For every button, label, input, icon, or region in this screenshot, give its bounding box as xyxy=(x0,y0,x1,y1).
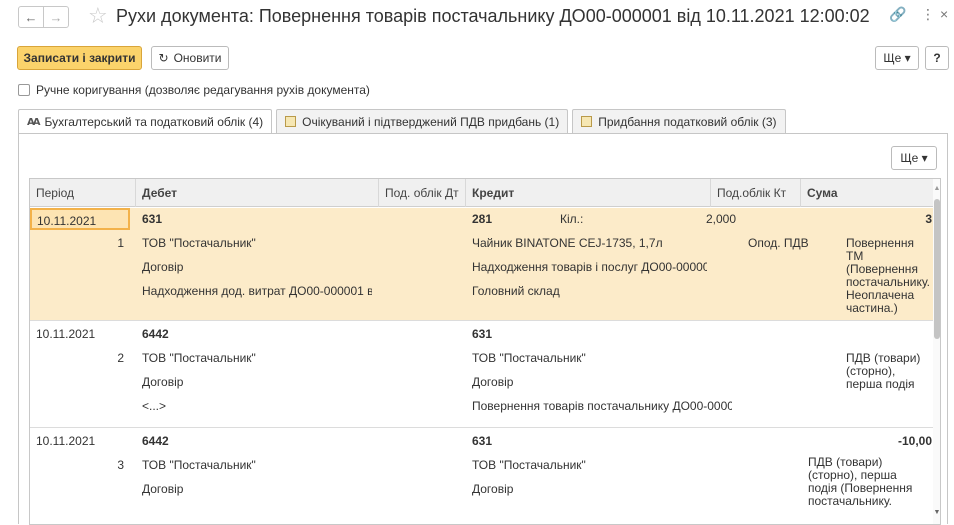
column-debit-tax[interactable]: Под. облік Дт xyxy=(379,179,466,207)
debit-account: 6442 xyxy=(142,327,169,341)
credit-account: 631 xyxy=(472,327,493,341)
table-header: Період Дебет Под. облік Дт Кредит Под.об… xyxy=(30,179,940,207)
tab-purchase-tax[interactable]: Придбання податковий облік (3) xyxy=(572,109,786,133)
close-icon[interactable]: × xyxy=(940,6,948,22)
arrow-left-icon: ← xyxy=(24,9,38,25)
period-cell: 10.11.2021 xyxy=(36,327,96,341)
more-vertical-icon[interactable]: ⋮ xyxy=(921,6,935,23)
link-icon[interactable]: 🔗 xyxy=(889,6,906,23)
column-debit[interactable]: Дебет xyxy=(136,179,379,207)
credit-subconto-1: ТОВ "Постачальник" xyxy=(472,458,586,472)
command-bar: Записати і закрити ↻ Оновити Ще ▾ ? xyxy=(0,46,954,74)
tab-vat-expected[interactable]: Очікуваний і підтверджений ПДВ придбань … xyxy=(276,109,569,133)
credit-subconto-2: Договір xyxy=(472,375,514,389)
debit-subconto-3: Надходження дод. витрат ДО00-000001 ві..… xyxy=(142,284,372,298)
register-icon xyxy=(581,116,593,127)
grid-more-button[interactable]: Ще ▾ xyxy=(891,146,937,170)
credit-account: 631 xyxy=(472,434,493,448)
entry-content: ПДВ (товари) (сторно), перша подія (Пове… xyxy=(808,456,913,508)
credit-subconto-3: Головний склад xyxy=(472,284,560,298)
tab-panel: Ще ▾ Період Дебет Под. облік Дт Кредит П… xyxy=(18,133,948,525)
debit-subconto-1: ТОВ "Постачальник" xyxy=(142,458,256,472)
table-row[interactable]: 10.11.2021 631 1 ТОВ "Постачальник" Дого… xyxy=(30,208,935,320)
column-credit[interactable]: Кредит xyxy=(466,179,711,207)
entry-content: Повернення ТМ (Повернення постачальнику.… xyxy=(846,237,930,315)
credit-subconto-1: Чайник BINATONE CEJ-1735, 1,7л xyxy=(472,236,663,250)
column-period[interactable]: Період xyxy=(30,179,136,207)
row-number: 3 xyxy=(117,458,124,472)
arrow-right-icon: → xyxy=(49,9,63,25)
credit-subconto-2: Договір xyxy=(472,482,514,496)
debit-subconto-1: ТОВ "Постачальник" xyxy=(142,236,256,250)
manual-edit-checkbox[interactable] xyxy=(18,84,30,96)
table-row[interactable]: 10.11.2021 6442 2 ТОВ "Постачальник" Дог… xyxy=(30,321,935,426)
debit-subconto-1: ТОВ "Постачальник" xyxy=(142,351,256,365)
scroll-up-icon[interactable]: ▲ xyxy=(933,185,940,192)
debit-subconto-2: Договір xyxy=(142,260,184,274)
debit-account: 631 xyxy=(142,212,163,226)
credit-qty-label: Кіл.: xyxy=(560,212,584,226)
debit-account: 6442 xyxy=(142,434,169,448)
credit-account: 281 xyxy=(472,212,493,226)
movements-table[interactable]: Період Дебет Под. облік Дт Кредит Под.об… xyxy=(29,178,941,525)
manual-edit-row: Ручне коригування (дозволяє редагування … xyxy=(18,82,370,98)
debit-subconto-3: <...> xyxy=(142,399,167,413)
favorite-star-icon[interactable]: ☆ xyxy=(88,3,108,29)
title-bar: ← → ☆ Рухи документа: Повернення товарів… xyxy=(0,0,954,34)
scroll-thumb[interactable] xyxy=(934,199,940,339)
credit-subconto-1: ТОВ "Постачальник" xyxy=(472,351,586,365)
tab-label: Очікуваний і підтверджений ПДВ придбань … xyxy=(302,114,560,129)
manual-edit-label: Ручне коригування (дозволяє редагування … xyxy=(36,83,370,97)
period-cell: 10.11.2021 xyxy=(36,434,96,448)
tab-accounting[interactable]: Ꜳ Бухгалтерський та податковий облік (4) xyxy=(18,109,273,134)
refresh-icon: ↻ xyxy=(158,51,169,65)
credit-qty: 2,000 xyxy=(705,212,736,226)
scroll-down-icon[interactable]: ▼ xyxy=(933,509,940,516)
credit-subconto-2: Надходження товарів і послуг ДО00-000001… xyxy=(472,260,707,274)
entry-content: ПДВ (товари) (сторно), перша подія xyxy=(846,352,921,391)
tab-bar: Ꜳ Бухгалтерський та податковий облік (4)… xyxy=(18,109,790,134)
accounting-register-icon: Ꜳ xyxy=(27,116,41,128)
refresh-label: Оновити xyxy=(173,51,222,65)
help-button[interactable]: ? xyxy=(925,46,949,70)
register-icon xyxy=(285,116,297,127)
vertical-scrollbar[interactable]: ▲ ▼ xyxy=(933,179,940,524)
refresh-button[interactable]: ↻ Оновити xyxy=(151,46,229,70)
table-row[interactable]: 10.11.2021 6442 3 ТОВ "Постачальник" Дог… xyxy=(30,428,935,524)
column-sum[interactable]: Сума xyxy=(801,179,940,207)
credit-subconto-3: Повернення товарів постачальнику ДО00-00… xyxy=(472,399,732,413)
back-button[interactable]: ← xyxy=(18,6,44,28)
more-menu-button[interactable]: Ще ▾ xyxy=(875,46,919,70)
forward-button[interactable]: → xyxy=(43,6,69,28)
window-title: Рухи документа: Повернення товарів поста… xyxy=(116,6,870,26)
sum-value: 3 xyxy=(925,212,932,226)
debit-subconto-2: Договір xyxy=(142,482,184,496)
sum-value: -10,00 xyxy=(897,434,932,448)
period-cell[interactable]: 10.11.2021 xyxy=(30,208,130,230)
tab-label: Бухгалтерський та податковий облік (4) xyxy=(44,115,264,129)
save-and-close-button[interactable]: Записати і закрити xyxy=(17,46,142,70)
column-credit-tax[interactable]: Под.облік Кт xyxy=(711,179,801,207)
row-number: 1 xyxy=(117,236,124,250)
tab-label: Придбання податковий облік (3) xyxy=(598,114,777,129)
row-number: 2 xyxy=(117,351,124,365)
debit-subconto-2: Договір xyxy=(142,375,184,389)
credit-tax-type: Опод. ПДВ xyxy=(748,236,809,250)
